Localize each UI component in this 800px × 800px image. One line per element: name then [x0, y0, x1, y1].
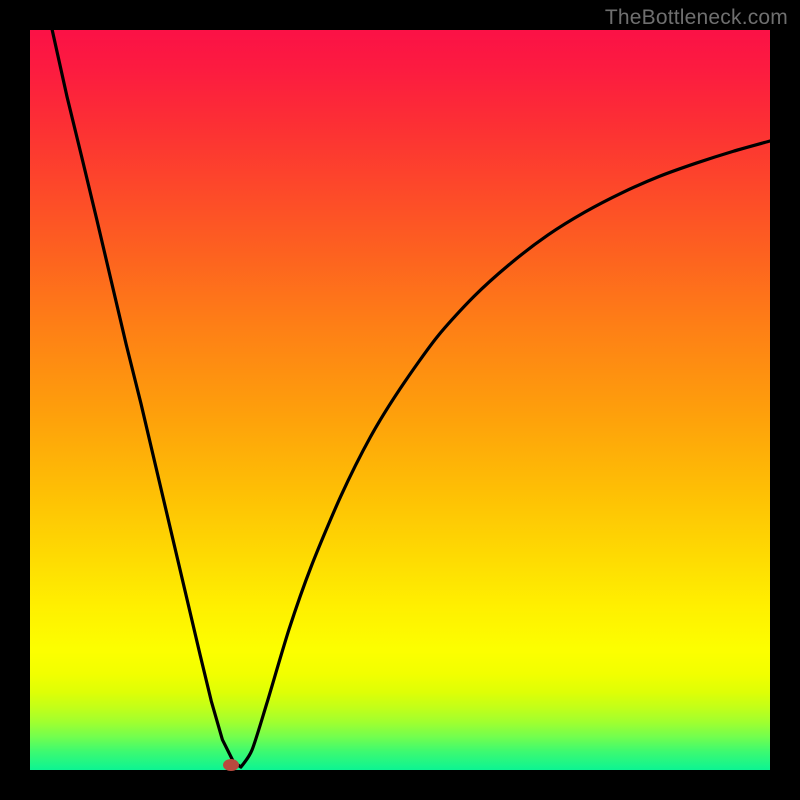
watermark-text: TheBottleneck.com [605, 6, 788, 30]
min-marker-icon [223, 759, 239, 771]
plot-area [30, 30, 770, 770]
chart-frame: TheBottleneck.com [0, 0, 800, 800]
bottleneck-curve [52, 30, 770, 767]
curve-layer [30, 30, 770, 770]
